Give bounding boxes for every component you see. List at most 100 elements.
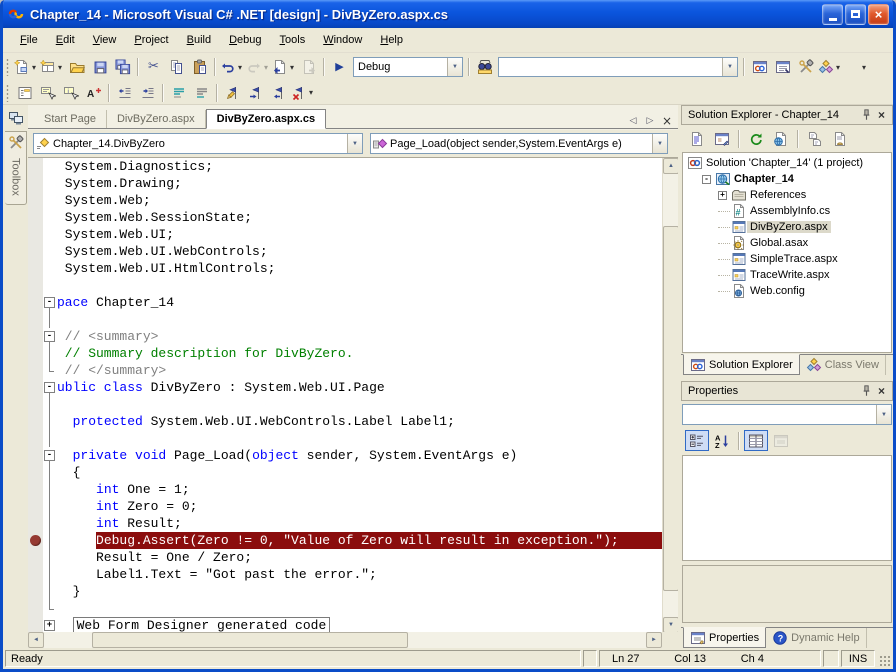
code-line[interactable]: System.Diagnostics; (28, 158, 662, 175)
code-line[interactable] (28, 277, 662, 294)
word-completion-button[interactable]: A (82, 82, 105, 104)
tree-item-chapter-14[interactable]: -Chapter_14 (683, 171, 891, 187)
object-combo[interactable]: ▼ (682, 404, 892, 425)
breakpoint-margin[interactable] (28, 396, 43, 413)
types-combo[interactable]: Chapter_14.DivByZero ▼ (33, 133, 363, 154)
scroll-right-button[interactable]: ► (646, 632, 662, 648)
new-project-button[interactable]: ▾ (13, 56, 39, 78)
toolbar-grip[interactable] (6, 58, 9, 76)
solution-explorer-window-button[interactable] (748, 56, 771, 78)
code-line[interactable]: System.Web.UI.WebControls; (28, 243, 662, 260)
vertical-scroll-thumb[interactable] (663, 226, 678, 591)
code-line[interactable]: int Zero = 0; (28, 498, 662, 515)
tab-dynamic-help[interactable]: ?Dynamic Help (766, 628, 866, 648)
collapse-region-icon[interactable]: - (44, 450, 55, 461)
scroll-down-button[interactable]: ▼ (663, 617, 678, 632)
view-code-button[interactable] (685, 129, 709, 150)
collapse-region-icon[interactable]: - (44, 297, 55, 308)
code-line[interactable] (28, 430, 662, 447)
redo-button[interactable]: ▾ (245, 56, 271, 78)
start-debug-button[interactable]: ▶ (328, 56, 351, 78)
code-editor[interactable]: System.Diagnostics; System.Drawing; Syst… (28, 157, 678, 632)
code-line[interactable]: - private void Page_Load(object sender, … (28, 447, 662, 464)
breakpoint-icon[interactable] (30, 535, 41, 546)
navigate-forward-button[interactable] (297, 56, 320, 78)
breakpoint-margin[interactable] (28, 566, 43, 583)
increase-indent-button[interactable] (136, 82, 159, 104)
code-line[interactable]: System.Web.SessionState; (28, 209, 662, 226)
properties-window-button[interactable] (771, 56, 794, 78)
code-lines[interactable]: System.Diagnostics; System.Drawing; Syst… (28, 158, 662, 632)
find-combo-dropdown[interactable]: ▼ (722, 58, 737, 76)
code-line[interactable]: + Web Form Designer generated code (28, 617, 662, 632)
titlebar[interactable]: Chapter_14 - Microsoft Visual C# .NET [d… (0, 0, 896, 28)
menu-tools[interactable]: Tools (271, 31, 315, 49)
breakpoint-margin[interactable] (28, 277, 43, 294)
breakpoint-margin[interactable] (28, 498, 43, 515)
code-line[interactable]: Result = One / Zero; (28, 549, 662, 566)
navigate-back-button[interactable]: ▾ (271, 56, 297, 78)
tab-properties[interactable]: Properties (683, 627, 766, 648)
code-line[interactable]: Debug.Assert(Zero != 0, "Value of Zero w… (28, 532, 662, 549)
copy-button[interactable] (165, 56, 188, 78)
toolbox-window-button[interactable] (794, 56, 817, 78)
categorized-button[interactable] (685, 430, 709, 451)
object-combo-dropdown[interactable]: ▼ (876, 405, 891, 424)
solution-tree[interactable]: Solution 'Chapter_14' (1 project)-Chapte… (682, 152, 892, 353)
fold-margin[interactable] (43, 549, 57, 566)
breakpoint-margin[interactable] (28, 515, 43, 532)
menu-view[interactable]: View (84, 31, 126, 49)
code-line[interactable]: System.Web; (28, 192, 662, 209)
pin-icon[interactable] (859, 384, 874, 399)
scroll-left-button[interactable]: ◄ (28, 632, 44, 648)
code-line[interactable]: -pace Chapter_14 (28, 294, 662, 311)
fold-margin[interactable] (43, 498, 57, 515)
view-designer-button[interactable] (710, 129, 734, 150)
fold-margin[interactable] (43, 362, 57, 379)
code-line[interactable]: System.Web.UI; (28, 226, 662, 243)
properties-titlebar[interactable]: Properties × (681, 381, 893, 401)
decrease-indent-button[interactable] (113, 82, 136, 104)
close-button[interactable]: × (868, 4, 889, 25)
code-line[interactable]: int Result; (28, 515, 662, 532)
code-line[interactable]: Label1.Text = "Got past the error."; (28, 566, 662, 583)
code-line[interactable]: int One = 1; (28, 481, 662, 498)
code-line[interactable] (28, 396, 662, 413)
fold-margin[interactable] (43, 515, 57, 532)
pin-icon[interactable] (859, 108, 874, 123)
previous-bookmark-button[interactable] (267, 82, 290, 104)
menu-edit[interactable]: Edit (47, 31, 84, 49)
copy-web-project-button[interactable] (769, 129, 793, 150)
types-combo-dropdown[interactable]: ▼ (347, 134, 362, 153)
solution-config-combo-dropdown[interactable]: ▼ (447, 58, 462, 76)
add-item-button[interactable]: ▾ (39, 56, 65, 78)
se-properties-button[interactable] (828, 129, 852, 150)
breakpoint-margin[interactable] (28, 583, 43, 600)
breakpoint-margin[interactable] (28, 311, 43, 328)
tree-item-assemblyinfo-cs[interactable]: #AssemblyInfo.cs (683, 203, 891, 219)
breakpoint-margin[interactable] (28, 447, 43, 464)
save-button[interactable] (88, 56, 111, 78)
close-panel-button[interactable]: × (874, 384, 889, 399)
code-line[interactable] (28, 311, 662, 328)
expand-region-icon[interactable]: + (44, 620, 55, 631)
breakpoint-margin[interactable] (28, 600, 43, 617)
breakpoint-margin[interactable] (28, 328, 43, 345)
collapse-region-icon[interactable]: - (44, 382, 55, 393)
parameter-info-button[interactable] (36, 82, 59, 104)
find-in-files-button[interactable] (473, 56, 496, 78)
breakpoint-margin[interactable] (28, 549, 43, 566)
fold-margin[interactable] (43, 345, 57, 362)
undo-button[interactable]: ▾ (219, 56, 245, 78)
fold-margin[interactable] (43, 481, 57, 498)
breakpoint-margin[interactable] (28, 345, 43, 362)
breakpoint-margin[interactable] (28, 430, 43, 447)
properties-grid[interactable] (682, 455, 892, 561)
maximize-button[interactable] (845, 4, 866, 25)
uncomment-button[interactable] (190, 82, 213, 104)
members-combo-dropdown[interactable]: ▼ (652, 134, 667, 153)
fold-margin[interactable] (43, 566, 57, 583)
menu-project[interactable]: Project (125, 31, 177, 49)
code-line[interactable]: protected System.Web.UI.WebControls.Labe… (28, 413, 662, 430)
properties-view-button[interactable] (744, 430, 768, 451)
